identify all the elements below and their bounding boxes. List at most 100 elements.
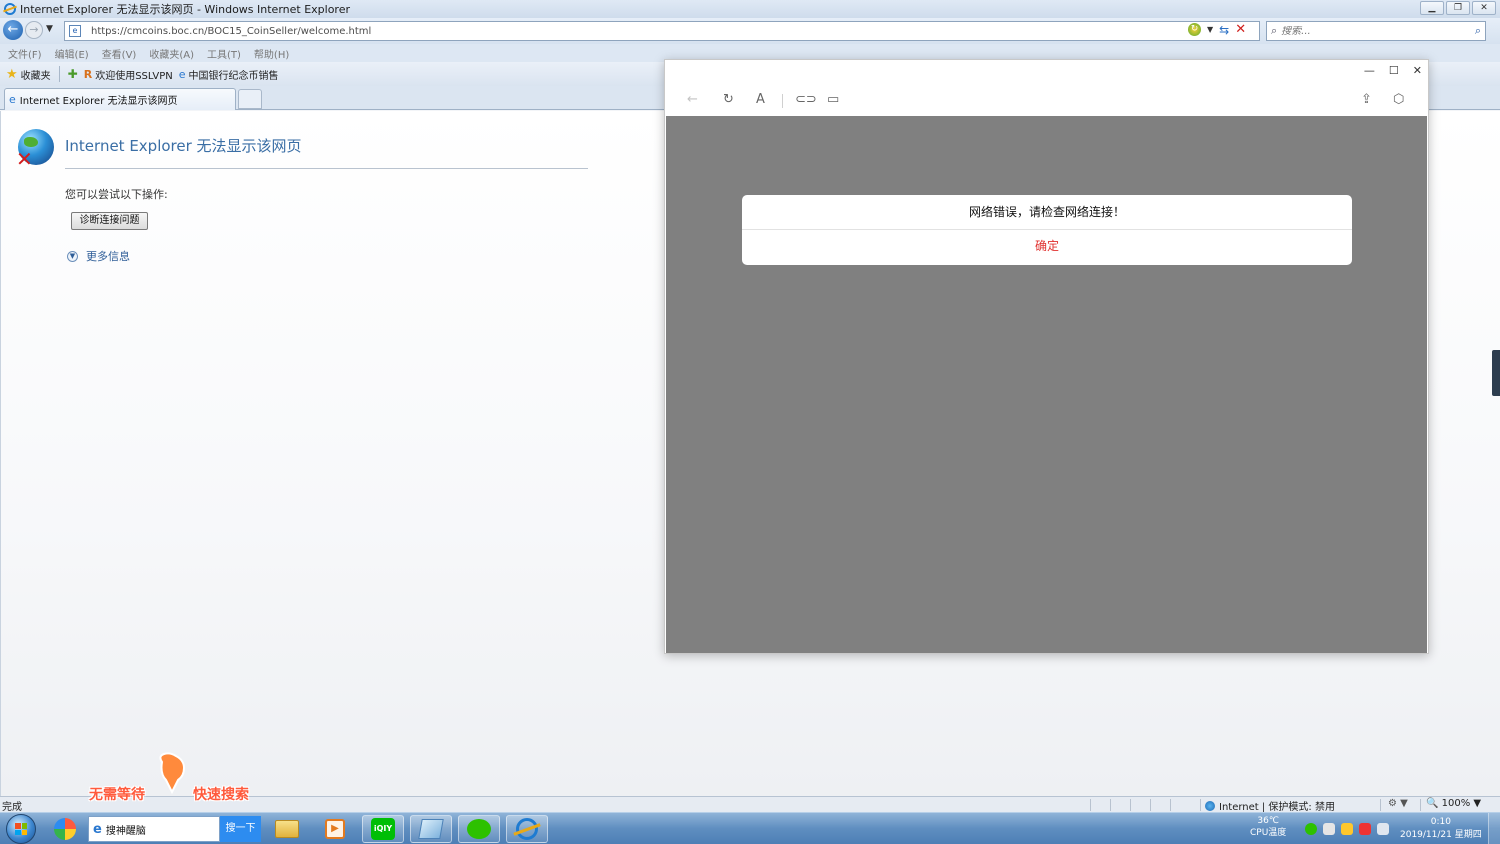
favorites-divider — [58, 66, 60, 82]
search-go-icon[interactable]: ⌕ — [1475, 24, 1481, 38]
popup-back-icon[interactable]: ← — [687, 92, 698, 107]
status-divider — [1110, 799, 1111, 811]
tray-wechat-icon[interactable] — [1305, 823, 1317, 835]
status-divider — [1170, 799, 1171, 811]
zoom-control[interactable]: 🔍 100% ▼ — [1426, 798, 1481, 809]
cube-icon[interactable]: ⬡ — [1393, 92, 1404, 107]
cpu-temp-widget[interactable]: 36℃ CPU温度 — [1250, 815, 1286, 839]
refresh-icon[interactable]: ⇆ — [1219, 23, 1229, 37]
history-dropdown-icon[interactable]: ▼ — [46, 24, 53, 34]
side-scroll-handle[interactable] — [1492, 350, 1500, 396]
taskbar-search-text[interactable]: 搜神醒脑 — [106, 822, 146, 837]
dialog-ok-button[interactable]: 确定 — [742, 230, 1352, 264]
font-size-icon[interactable]: A — [756, 92, 765, 107]
toolbar-divider — [782, 94, 783, 108]
ie-page-icon: e — [178, 67, 186, 81]
favorite-link-coin-sale[interactable]: 中国银行纪念币销售 — [189, 67, 279, 82]
status-divider — [1150, 799, 1151, 811]
address-dropdown-icon[interactable]: ▼ — [1207, 25, 1213, 34]
zoom-level: 100% — [1441, 798, 1471, 809]
compatibility-view-icon[interactable]: ↻ — [1188, 23, 1201, 36]
media-player-icon[interactable]: ▶ — [314, 815, 356, 843]
popup-blocker-icon[interactable]: ⚙ ▼ — [1388, 798, 1408, 809]
wechat-icon[interactable] — [458, 815, 500, 843]
cpu-temp-value: 36℃ — [1257, 816, 1279, 826]
clock[interactable]: 0:10 2019/11/21 星期四 — [1400, 816, 1482, 842]
menu-view[interactable]: 查看(V) — [102, 46, 137, 61]
security-zone[interactable]: Internet | 保护模式: 禁用 — [1205, 798, 1335, 813]
address-bar[interactable]: e https://cmcoins.boc.cn/BOC15_CoinSelle… — [64, 21, 1260, 41]
clock-time: 0:10 — [1430, 817, 1451, 827]
show-desktop-button[interactable] — [1488, 813, 1500, 844]
menu-help[interactable]: 帮助(H) — [254, 46, 289, 61]
share-icon[interactable]: ⇪ — [1361, 92, 1372, 107]
popup-content: 网络错误，请检查网络连接！ 确定 — [666, 116, 1427, 653]
window-app-icon[interactable] — [410, 815, 452, 843]
stop-icon[interactable]: ✕ — [1235, 22, 1246, 37]
more-info-label[interactable]: 更多信息 — [86, 248, 130, 264]
window-controls: ▁ ❐ ✕ — [1420, 1, 1496, 15]
tray-shield-icon[interactable] — [1341, 823, 1353, 835]
cpu-temp-label: CPU温度 — [1250, 828, 1287, 838]
window-title: Internet Explorer 无法显示该网页 - Windows Inte… — [20, 3, 351, 16]
search-engine-icon: ⌕ — [1271, 24, 1278, 37]
security-zone-label: Internet | 保护模式: 禁用 — [1219, 802, 1335, 813]
popup-minimize-button[interactable]: — — [1364, 64, 1375, 77]
menu-tools[interactable]: 工具(T) — [207, 46, 241, 61]
popup-refresh-icon[interactable]: ↻ — [723, 92, 734, 107]
popup-maximize-button[interactable]: ☐ — [1389, 64, 1399, 77]
favorites-star-icon[interactable]: ★ — [6, 67, 18, 82]
search-input[interactable] — [1281, 25, 1452, 37]
new-tab-button[interactable] — [238, 89, 262, 109]
menu-favorites[interactable]: 收藏夹(A) — [149, 46, 194, 61]
popup-close-button[interactable]: ✕ — [1413, 64, 1422, 77]
start-button[interactable] — [6, 814, 36, 844]
favorites-button[interactable]: 收藏夹 — [21, 67, 51, 82]
favorite-link-sslvpn[interactable]: 欢迎使用SSLVPN — [95, 67, 173, 82]
open-window-icon[interactable]: ▭ — [827, 92, 839, 107]
popup-window: — ☐ ✕ ← ↻ A ⊂⊃ ▭ ⇪ ⬡ 网络错误，请检查网络连接！ 确定 — [664, 59, 1429, 654]
tray-network-icon[interactable] — [1377, 823, 1389, 835]
menu-edit[interactable]: 编辑(E) — [55, 46, 89, 61]
tab-current[interactable]: e Internet Explorer 无法显示该网页 — [4, 88, 236, 110]
windows-flag-icon — [15, 823, 27, 835]
status-divider — [1090, 799, 1091, 811]
tray-people-icon[interactable] — [1323, 823, 1335, 835]
iqiyi-icon[interactable]: iQIY — [362, 815, 404, 843]
error-x-icon: ✕ — [16, 147, 33, 171]
tray-antivirus-icon[interactable] — [1359, 823, 1371, 835]
popup-window-controls: — ☐ ✕ — [1364, 64, 1422, 77]
try-text: 您可以尝试以下操作: — [65, 188, 168, 201]
copy-link-icon[interactable]: ⊂⊃ — [795, 92, 817, 107]
ie-logo-icon — [4, 3, 16, 15]
popup-toolbar: ← ↻ A ⊂⊃ ▭ ⇪ ⬡ — [665, 86, 1428, 116]
minimize-button[interactable]: ▁ — [1420, 1, 1444, 15]
status-divider — [1130, 799, 1131, 811]
error-divider — [65, 168, 588, 169]
taskbar-ie-icon[interactable] — [506, 815, 548, 843]
file-explorer-icon[interactable] — [266, 815, 308, 843]
status-text: 完成 — [2, 802, 22, 813]
taskbar-search-button[interactable]: 搜一下 — [220, 816, 261, 842]
search-box[interactable]: ⌕ ⌕ — [1266, 21, 1486, 41]
more-info-link[interactable]: ▼ 更多信息 — [67, 248, 130, 264]
status-divider — [1420, 799, 1421, 811]
menu-file[interactable]: 文件(F) — [8, 46, 42, 61]
chevron-down-icon[interactable]: ▼ — [67, 250, 78, 262]
taskbar-search-input[interactable]: e 搜神醒脑 — [88, 816, 220, 842]
taskbar-360-icon[interactable] — [44, 815, 86, 843]
ad-text-left[interactable]: 无需等待 — [89, 784, 145, 804]
pointing-hand-icon — [159, 752, 186, 794]
close-button[interactable]: ✕ — [1472, 1, 1496, 15]
address-tools: ↻ ▼ ⇆ ✕ — [1188, 22, 1246, 37]
diagnose-button[interactable]: 诊断连接问题 — [71, 212, 148, 230]
ie-title-bar: Internet Explorer 无法显示该网页 - Windows Inte… — [0, 0, 1500, 18]
taskbar-search-widget: e 搜神醒脑 搜一下 — [88, 816, 261, 842]
error-title: Internet Explorer 无法显示该网页 — [65, 137, 302, 155]
ad-text-right[interactable]: 快速搜索 — [193, 784, 249, 804]
restore-button[interactable]: ❐ — [1446, 1, 1470, 15]
address-url[interactable]: https://cmcoins.boc.cn/BOC15_CoinSeller/… — [91, 26, 371, 37]
forward-button[interactable]: → — [25, 21, 43, 39]
add-favorite-icon[interactable]: ✚ — [68, 67, 78, 81]
back-button[interactable]: ← — [3, 20, 23, 40]
